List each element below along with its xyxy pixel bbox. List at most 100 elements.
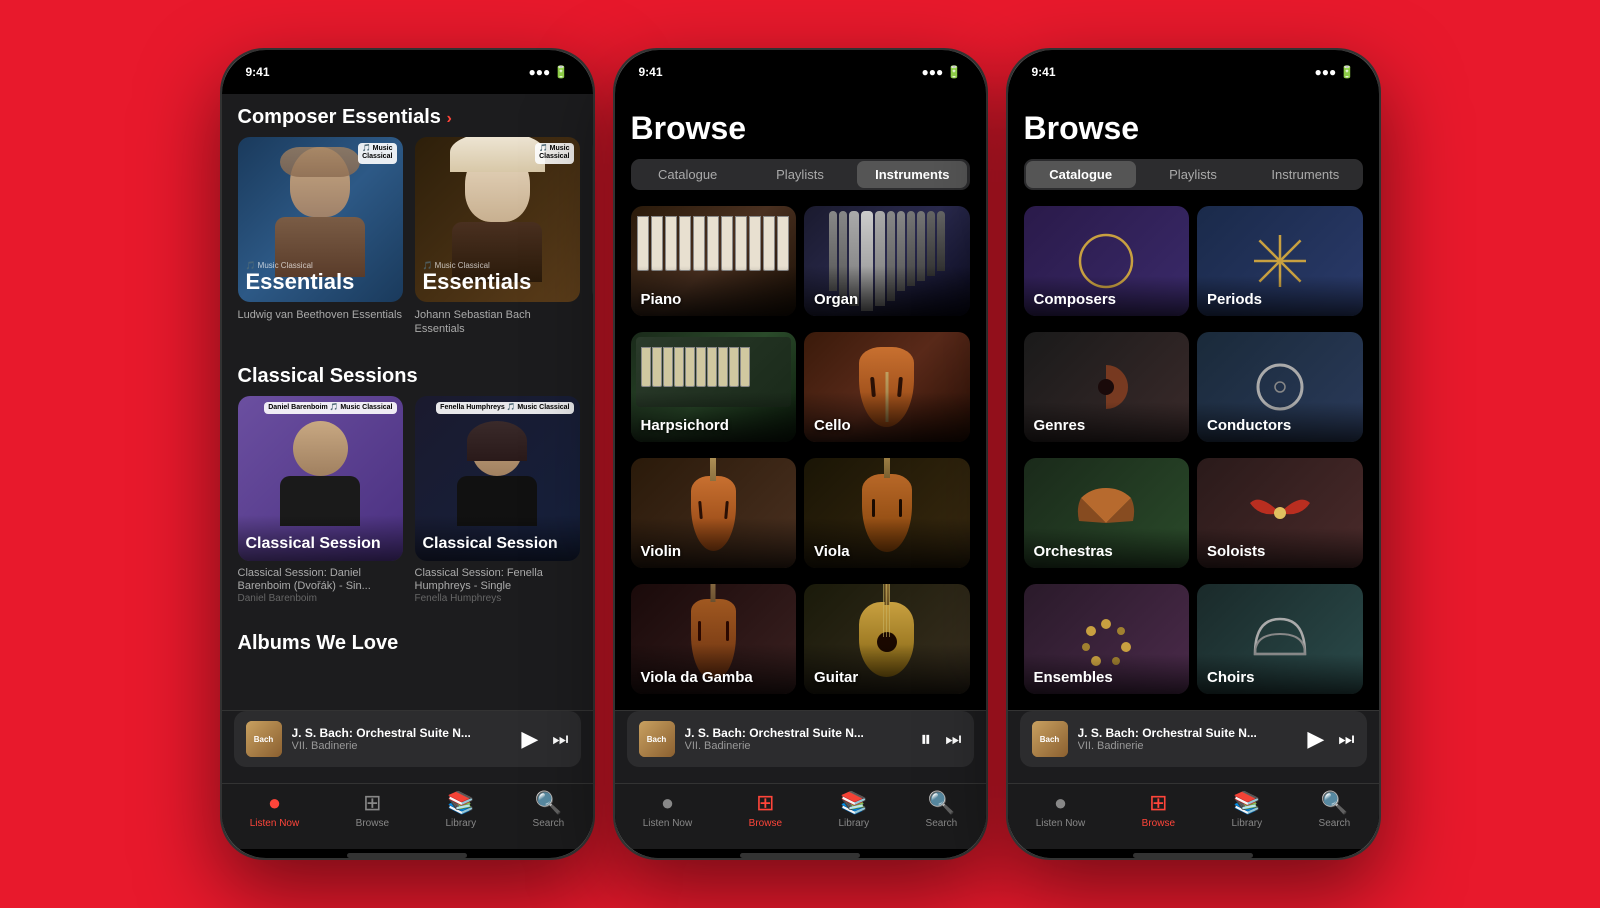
browse-icon-1: ⊞ bbox=[363, 790, 381, 816]
browse-title-2: Browse bbox=[631, 110, 970, 147]
browse-page-2: Browse Catalogue Playlists Instruments bbox=[615, 94, 986, 858]
viola-fhole-r bbox=[899, 499, 902, 517]
browse-label-1: Browse bbox=[356, 818, 389, 829]
home-indicator-2 bbox=[740, 853, 860, 858]
segment-playlists-2[interactable]: Playlists bbox=[745, 161, 855, 188]
instrument-violin[interactable]: Violin bbox=[631, 458, 797, 568]
time-1: 9:41 bbox=[246, 65, 270, 79]
status-bar-2: 9:41 ●●● 🔋 bbox=[615, 50, 986, 94]
skip-button-3[interactable]: ⏭ bbox=[1338, 729, 1354, 750]
library-label-2: Library bbox=[839, 818, 870, 829]
bach-bg: 🎵 MusicClassical 🎵 Music Classical Essen… bbox=[415, 137, 580, 302]
pause-button-2[interactable]: ⏸ bbox=[920, 726, 931, 752]
tab-listen-now-1[interactable]: ● Listen Now bbox=[250, 790, 299, 829]
tab-library-2[interactable]: 📚 Library bbox=[839, 790, 870, 829]
segment-instruments-2[interactable]: Instruments bbox=[857, 161, 967, 188]
player-inner-2[interactable]: Bach J. S. Bach: Orchestral Suite N... V… bbox=[627, 711, 974, 767]
instrument-viola-gamba[interactable]: Viola da Gamba bbox=[631, 584, 797, 694]
pipe11 bbox=[937, 211, 945, 271]
tab-search-1[interactable]: 🔍 Search bbox=[533, 790, 565, 829]
notch-1 bbox=[347, 50, 467, 80]
tab-search-2[interactable]: 🔍 Search bbox=[926, 790, 958, 829]
catalogue-orchestras[interactable]: Orchestras bbox=[1024, 458, 1190, 568]
viola-name: Viola bbox=[814, 543, 850, 560]
player-controls-1: ▶ ⏭ bbox=[521, 726, 568, 752]
instrument-organ[interactable]: Organ bbox=[804, 206, 970, 316]
status-icons-3: ●●● 🔋 bbox=[1314, 65, 1354, 79]
skip-button-1[interactable]: ⏭ bbox=[552, 729, 568, 750]
session-third-hint bbox=[592, 396, 593, 604]
browse-label-2: Browse bbox=[749, 818, 782, 829]
vdg-name-area: Viola da Gamba bbox=[631, 654, 797, 694]
bach-essentials-title: Essentials bbox=[423, 270, 572, 294]
player-thumb-img-1: Bach bbox=[246, 721, 282, 757]
status-icons-1: ●●● 🔋 bbox=[528, 65, 568, 79]
search-icon-2: 🔍 bbox=[928, 790, 955, 816]
catalogue-soloists[interactable]: Soloists bbox=[1197, 458, 1363, 568]
harpsichord-name-area: Harpsichord bbox=[631, 402, 797, 442]
orchestras-label: Orchestras bbox=[1034, 543, 1113, 560]
catalogue-conductors[interactable]: Conductors bbox=[1197, 332, 1363, 442]
bach-card[interactable]: 🎵 MusicClassical 🎵 Music Classical Essen… bbox=[415, 137, 580, 337]
sessions-row: Daniel Barenboim 🎵 Music Classical Class… bbox=[222, 396, 593, 620]
instrument-harpsichord[interactable]: Harpsichord bbox=[631, 332, 797, 442]
play-button-1[interactable]: ▶ bbox=[521, 726, 538, 752]
beethoven-card[interactable]: 🎵 MusicClassical 🎵 Music Classical Essen… bbox=[238, 137, 403, 337]
segment-instruments-3[interactable]: Instruments bbox=[1250, 161, 1360, 188]
segment-playlists-3[interactable]: Playlists bbox=[1138, 161, 1248, 188]
status-icons-2: ●●● 🔋 bbox=[921, 65, 961, 79]
third-card-img bbox=[592, 137, 593, 302]
tab-listen-now-3[interactable]: ● Listen Now bbox=[1036, 790, 1085, 829]
player-thumb-2: Bach bbox=[639, 721, 675, 757]
tab-browse-2[interactable]: ⊞ Browse bbox=[749, 790, 782, 829]
catalogue-choirs[interactable]: Choirs bbox=[1197, 584, 1363, 694]
listen-now-icon-1: ● bbox=[268, 790, 281, 816]
essentials-arrow[interactable]: › bbox=[446, 110, 451, 127]
vdg-fhole-r bbox=[726, 621, 729, 641]
player-thumb-label: Bach bbox=[254, 735, 274, 744]
phone1-scroll[interactable]: Composer Essentials › bbox=[222, 94, 593, 710]
cello-name: Cello bbox=[814, 417, 851, 434]
ensembles-label: Ensembles bbox=[1034, 669, 1113, 686]
player-inner-3[interactable]: Bach J. S. Bach: Orchestral Suite N... V… bbox=[1020, 711, 1367, 767]
skip-button-2[interactable]: ⏭ bbox=[945, 729, 961, 750]
player-bar-2: Bach J. S. Bach: Orchestral Suite N... V… bbox=[615, 710, 986, 783]
tab-listen-now-2[interactable]: ● Listen Now bbox=[643, 790, 692, 829]
tab-browse-3[interactable]: ⊞ Browse bbox=[1142, 790, 1175, 829]
home-indicator-3 bbox=[1133, 853, 1253, 858]
barenboim-card[interactable]: Daniel Barenboim 🎵 Music Classical Class… bbox=[238, 396, 403, 604]
search-label-2: Search bbox=[926, 818, 958, 829]
catalogue-genres[interactable]: Genres bbox=[1024, 332, 1190, 442]
instrument-viola[interactable]: Viola bbox=[804, 458, 970, 568]
segment-catalogue-2[interactable]: Catalogue bbox=[633, 161, 743, 188]
periods-name-area: Periods bbox=[1197, 276, 1363, 316]
player-inner-1[interactable]: Bach J. S. Bach: Orchestral Suite N... V… bbox=[234, 711, 581, 767]
instrument-piano[interactable]: Piano bbox=[631, 206, 797, 316]
tab-library-3[interactable]: 📚 Library bbox=[1232, 790, 1263, 829]
tab-bar-2: ● Listen Now ⊞ Browse 📚 Library 🔍 Search bbox=[615, 783, 986, 849]
play-button-3[interactable]: ▶ bbox=[1307, 726, 1324, 752]
fenella-card[interactable]: Fenella Humphreys 🎵 Music Classical Clas… bbox=[415, 396, 580, 604]
phone-1-screen: 9:41 ●●● 🔋 Composer Essentials › bbox=[222, 50, 593, 858]
catalogue-ensembles[interactable]: Ensembles bbox=[1024, 584, 1190, 694]
beethoven-bg: 🎵 MusicClassical 🎵 Music Classical Essen… bbox=[238, 137, 403, 302]
phones-container: 9:41 ●●● 🔋 Composer Essentials › bbox=[200, 28, 1401, 880]
catalogue-composers[interactable]: Composers bbox=[1024, 206, 1190, 316]
beethoven-card-name: Ludwig van Beethoven Essentials bbox=[238, 308, 403, 322]
barenboim-overlay: Classical Session bbox=[238, 515, 403, 561]
orchestras-name-area: Orchestras bbox=[1024, 528, 1190, 568]
bach-img: 🎵 MusicClassical 🎵 Music Classical Essen… bbox=[415, 137, 580, 302]
catalogue-periods[interactable]: Periods bbox=[1197, 206, 1363, 316]
browse-label-3: Browse bbox=[1142, 818, 1175, 829]
phone-3-screen: 9:41 ●●● 🔋 Browse Catalogue Playlists In… bbox=[1008, 50, 1379, 858]
viola-fhole-l bbox=[872, 499, 875, 517]
segment-catalogue-3[interactable]: Catalogue bbox=[1026, 161, 1136, 188]
instrument-cello[interactable]: Cello bbox=[804, 332, 970, 442]
tab-search-3[interactable]: 🔍 Search bbox=[1319, 790, 1351, 829]
tab-browse-1[interactable]: ⊞ Browse bbox=[356, 790, 389, 829]
notch-2 bbox=[740, 50, 860, 80]
player-thumb-3: Bach bbox=[1032, 721, 1068, 757]
tab-library-1[interactable]: 📚 Library bbox=[446, 790, 477, 829]
fenella-hair bbox=[467, 421, 527, 461]
instrument-guitar[interactable]: Guitar bbox=[804, 584, 970, 694]
